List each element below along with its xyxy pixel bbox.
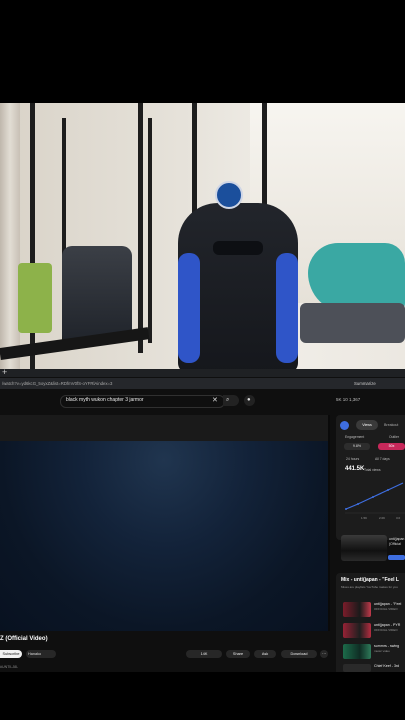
mic-icon[interactable]: ● xyxy=(247,395,251,406)
mix-item-thumbnail[interactable] xyxy=(343,602,371,617)
chair-trim-left xyxy=(178,253,200,363)
chart-tick-label: 2.0K xyxy=(379,516,385,520)
subscribe-button[interactable]: Subscribe xyxy=(0,650,22,658)
chair-trim-right xyxy=(276,253,298,363)
url-text[interactable]: /watch?v=yd6kcG_5oyxZ&list=RDfmV0fS-oYFR… xyxy=(2,378,112,389)
chart-point xyxy=(387,489,389,491)
mix-item-subtitle: OFFICIAL VIDEO xyxy=(374,628,398,632)
like-button[interactable]: 14K xyxy=(186,650,222,658)
address-bar[interactable]: /watch?v=yd6kcG_5oyxZ&list=RDfmV0fS-oYFR… xyxy=(0,378,405,389)
range-24-hours[interactable]: 24 hours xyxy=(346,457,359,461)
extension-stats[interactable]: 5K 10 1,367 xyxy=(336,397,360,402)
chart-tick-label: 1.5K xyxy=(361,516,367,520)
mix-item-title[interactable]: unti(japan - PYR xyxy=(374,623,400,627)
total-views-value: 441.5K xyxy=(345,466,365,472)
chart-point xyxy=(357,503,359,505)
search-icon[interactable]: ⌕ xyxy=(226,395,229,406)
views-line xyxy=(345,482,404,510)
mix-item-subtitle: OFFICIAL VIDEO xyxy=(374,607,398,611)
channel-chip[interactable]: Hanako xyxy=(26,650,56,658)
outlier-value: 50x xyxy=(378,443,405,450)
mix-item-title[interactable]: Chief Keef - 3rd xyxy=(374,664,399,668)
description-snippet[interactable]: #UNTILJ8L xyxy=(0,665,18,669)
search-input[interactable]: black myth wukon chapter 3 jarmor xyxy=(66,395,144,406)
video-frame[interactable] xyxy=(0,441,328,631)
mix-item-thumbnail[interactable] xyxy=(343,664,371,672)
mix-item-subtitle: music video xyxy=(374,649,390,653)
chair-headrest xyxy=(213,241,263,255)
curtain xyxy=(0,103,20,369)
chair-logo-icon xyxy=(215,181,243,209)
views-mini-chart: 1.5K 2.0K 3.0 xyxy=(345,482,405,520)
youtube-header: black myth wukon chapter 3 jarmor ✕ ⌕ ● … xyxy=(0,390,405,412)
clear-icon[interactable]: ✕ xyxy=(212,396,218,406)
mix-item-title[interactable]: unti(japan - "Feel xyxy=(374,602,401,606)
mix-item-thumbnail[interactable] xyxy=(343,623,371,638)
extension-logo-icon[interactable] xyxy=(340,421,349,430)
chart-point xyxy=(345,508,347,510)
mix-item-thumbnail[interactable] xyxy=(343,644,371,659)
tab-breakout[interactable]: Breakout xyxy=(384,420,398,430)
video-player[interactable] xyxy=(0,415,330,631)
rack-pole xyxy=(148,118,152,343)
ask-button[interactable]: Ask xyxy=(254,650,276,658)
more-actions-button[interactable]: ⋯ xyxy=(320,650,328,658)
storage-bag xyxy=(62,246,132,341)
sofa xyxy=(300,303,405,343)
range-7-days[interactable]: All 7 days xyxy=(375,457,390,461)
webcam-view xyxy=(0,103,405,369)
mix-title[interactable]: Mix - unti(japan - "Feel L xyxy=(341,577,399,583)
engagement-value: 9.8% xyxy=(344,443,370,450)
tab-views[interactable]: Views xyxy=(356,420,378,430)
share-button[interactable]: Share xyxy=(226,650,250,658)
total-views-dropdown[interactable]: Total views xyxy=(364,468,381,472)
chart-tick-label: 3.0 xyxy=(396,516,401,520)
tab-strip: + xyxy=(0,367,405,377)
browser-window: + /watch?v=yd6kcG_5oyxZ&list=RDfmV0fS-oY… xyxy=(0,367,405,672)
player-letterbox xyxy=(0,415,328,441)
yoga-mat xyxy=(18,263,52,333)
rack-pole xyxy=(138,103,143,353)
mix-item-title[interactable]: summrs - swing xyxy=(374,644,399,648)
video-title: Z (Official Video) xyxy=(0,636,48,642)
mix-subtitle: Mixes are playlists YouTube makes for yo… xyxy=(341,585,398,589)
outlier-label: Outlier xyxy=(389,435,399,439)
chart-point xyxy=(372,496,374,498)
related-video-title[interactable]: unti(japan ... (Official xyxy=(389,537,405,547)
related-video-button[interactable] xyxy=(388,555,405,560)
related-video-thumbnail[interactable] xyxy=(341,535,387,561)
summarize-button[interactable]: Summarize xyxy=(354,378,376,389)
engagement-label: Engagement xyxy=(345,435,365,439)
new-tab-button[interactable]: + xyxy=(2,367,7,377)
download-button[interactable]: Download xyxy=(281,650,317,658)
